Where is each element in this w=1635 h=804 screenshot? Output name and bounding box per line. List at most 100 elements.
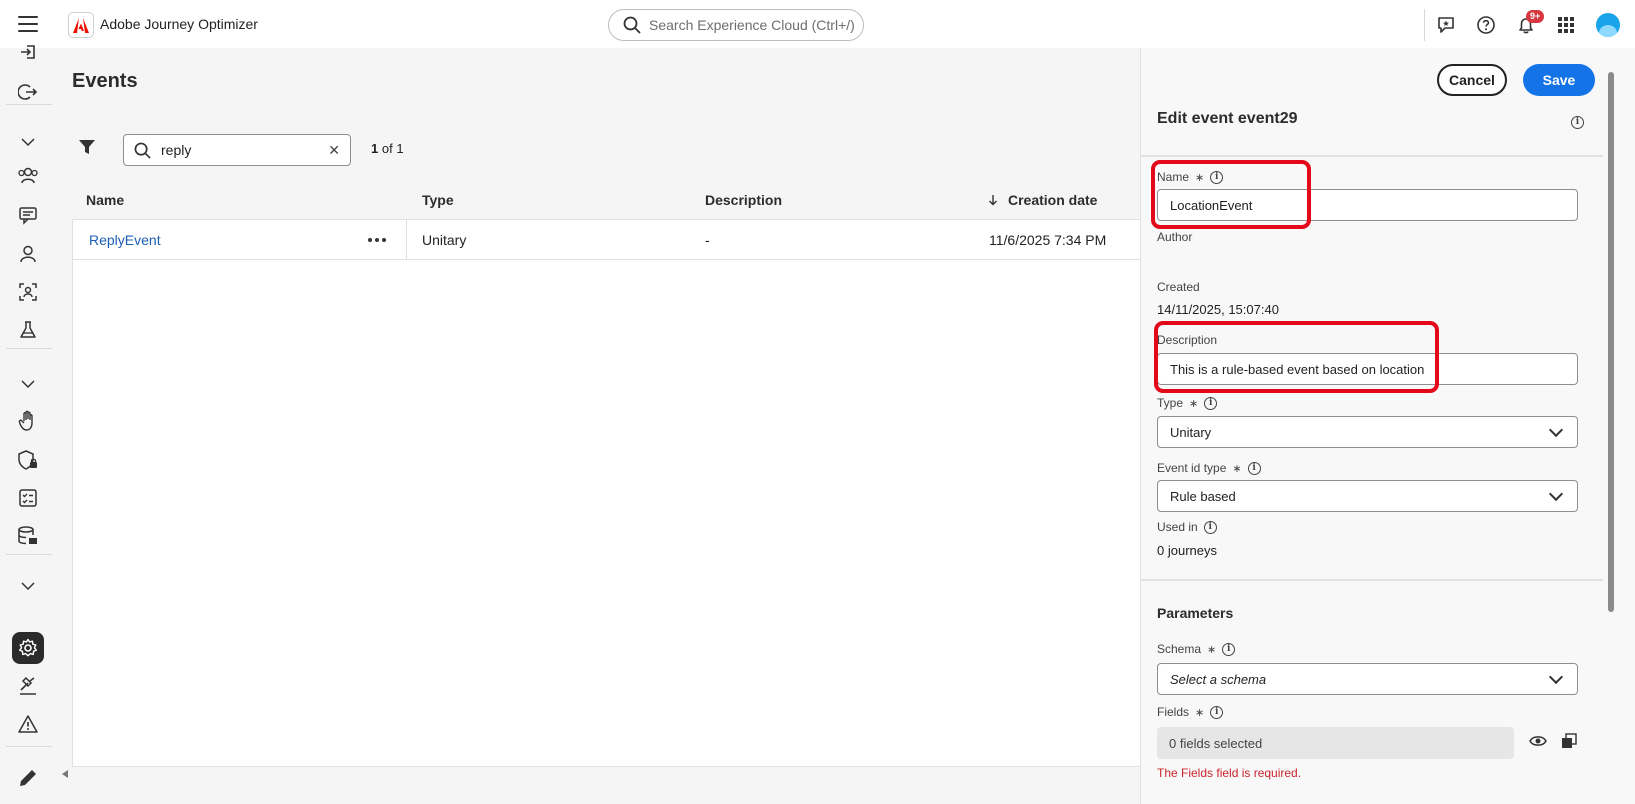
column-divider <box>406 220 407 260</box>
required-mark: ∗ <box>1195 706 1205 719</box>
fields-label-text: Fields <box>1157 705 1190 719</box>
schema-label: Schema ∗ i <box>1157 642 1236 656</box>
result-count: 1 of 1 <box>371 141 404 156</box>
clear-search-icon[interactable]: ✕ <box>328 142 340 159</box>
checklist-icon[interactable] <box>16 486 40 510</box>
filter-icon[interactable] <box>78 138 98 158</box>
divider <box>1141 579 1603 581</box>
sign-out-icon[interactable] <box>16 80 40 104</box>
column-header-description[interactable]: Description <box>705 192 782 208</box>
search-value: reply <box>161 142 192 158</box>
event-id-type-select[interactable]: Rule based <box>1157 480 1578 512</box>
search-icon <box>134 142 151 159</box>
chevron-down-icon <box>1548 486 1564 502</box>
required-mark: ∗ <box>1195 171 1205 184</box>
events-search-input[interactable]: reply ✕ <box>123 134 351 166</box>
used-in-value[interactable]: 0 journeys <box>1157 543 1217 558</box>
schema-select-placeholder: Select a schema <box>1170 671 1267 687</box>
cancel-button[interactable]: Cancel <box>1437 64 1507 96</box>
database-icon[interactable] <box>16 524 40 548</box>
fields-value: 0 fields selected <box>1169 735 1263 751</box>
top-bar: Adobe Journey Optimizer Search Experienc… <box>0 0 1635 48</box>
sort-descending-icon <box>989 195 997 206</box>
required-mark: ∗ <box>1232 462 1242 475</box>
app-name[interactable]: Adobe Journey Optimizer <box>100 16 258 32</box>
info-icon[interactable]: i <box>1247 461 1261 475</box>
info-icon[interactable]: i <box>1210 170 1224 184</box>
table-header: Name Type Description Creation date <box>72 186 1140 214</box>
name-input-value: LocationEvent <box>1170 197 1253 213</box>
name-label: Name ∗ i <box>1157 170 1224 184</box>
hammer-icon[interactable] <box>16 674 40 698</box>
apps-grid-icon[interactable] <box>1554 13 1578 37</box>
table-row[interactable]: ReplyEvent Unitary - 11/6/2025 7:34 PM <box>73 220 1140 260</box>
main-content: Events reply ✕ 1 of 1 Name Type Descript… <box>56 48 1140 804</box>
event-creation-date: 11/6/2025 7:34 PM <box>989 232 1107 248</box>
beaker-icon[interactable] <box>16 318 40 342</box>
name-label-text: Name <box>1157 170 1190 184</box>
more-actions-icon[interactable] <box>363 230 391 250</box>
info-icon[interactable]: i <box>1203 520 1217 534</box>
event-type: Unitary <box>422 232 467 248</box>
alert-icon[interactable] <box>16 712 40 736</box>
target-user-icon[interactable] <box>16 280 40 304</box>
save-button[interactable]: Save <box>1523 64 1595 96</box>
eye-icon[interactable] <box>1529 734 1547 751</box>
used-in-label-text: Used in <box>1157 520 1198 534</box>
people-icon[interactable] <box>16 164 40 188</box>
global-search-input[interactable]: Search Experience Cloud (Ctrl+/) <box>608 9 864 41</box>
description-input[interactable]: This is a rule-based event based on loca… <box>1157 353 1578 385</box>
events-table: ReplyEvent Unitary - 11/6/2025 7:34 PM <box>72 219 1140 767</box>
search-placeholder: Search Experience Cloud (Ctrl+/) <box>649 17 855 33</box>
event-id-type-label-text: Event id type <box>1157 461 1227 475</box>
search-icon <box>623 16 641 34</box>
help-icon[interactable] <box>1474 13 1498 37</box>
column-header-creation-date[interactable]: Creation date <box>988 192 1097 208</box>
fields-label: Fields ∗ i <box>1157 705 1224 719</box>
fields-error-message: The Fields field is required. <box>1157 766 1302 780</box>
copy-icon[interactable] <box>1561 733 1577 752</box>
name-input[interactable]: LocationEvent <box>1157 189 1578 221</box>
avatar[interactable] <box>1596 13 1620 37</box>
panel-scrollbar[interactable] <box>1606 62 1616 804</box>
user-icon[interactable] <box>16 242 40 266</box>
rail-divider <box>6 348 52 349</box>
info-icon[interactable]: i <box>1210 705 1224 719</box>
adobe-logo[interactable] <box>68 12 94 38</box>
event-name-link[interactable]: ReplyEvent <box>89 232 161 248</box>
column-header-type[interactable]: Type <box>422 192 454 208</box>
notification-badge: 9+ <box>1526 10 1545 23</box>
chevron-down-icon[interactable] <box>16 130 40 154</box>
horizontal-scrollbar[interactable] <box>60 766 1140 778</box>
created-value: 14/11/2025, 15:07:40 <box>1157 302 1279 317</box>
required-mark: ∗ <box>1207 643 1217 656</box>
info-icon[interactable]: i <box>1222 642 1236 656</box>
menu-icon[interactable] <box>18 16 38 32</box>
edit-event-panel: Cancel Save Edit event event29 i Name ∗ … <box>1140 48 1635 804</box>
feedback-icon[interactable] <box>1434 13 1458 37</box>
description-input-value: This is a rule-based event based on loca… <box>1170 361 1425 377</box>
pencil-icon[interactable] <box>16 766 40 790</box>
sign-in-icon[interactable] <box>16 40 40 64</box>
gear-icon[interactable] <box>12 632 44 664</box>
column-header-name[interactable]: Name <box>86 192 124 208</box>
created-label: Created <box>1157 280 1200 294</box>
page-title: Events <box>72 70 138 92</box>
message-board-icon[interactable] <box>16 203 40 227</box>
fields-selector[interactable]: 0 fields selected <box>1157 727 1514 759</box>
hand-icon[interactable] <box>16 409 40 433</box>
type-select[interactable]: Unitary <box>1157 416 1578 448</box>
shield-lock-icon[interactable] <box>16 448 40 472</box>
event-id-type-select-value: Rule based <box>1170 488 1236 504</box>
info-icon[interactable]: i <box>1204 396 1218 410</box>
notifications-icon[interactable]: 9+ <box>1514 10 1545 37</box>
divider <box>1424 9 1425 41</box>
info-icon[interactable]: i <box>1571 116 1584 129</box>
event-description: - <box>705 232 710 248</box>
divider <box>1141 155 1603 157</box>
schema-select[interactable]: Select a schema <box>1157 663 1578 695</box>
chevron-down-icon[interactable] <box>16 372 40 396</box>
result-count-current: 1 <box>371 141 379 156</box>
type-label-text: Type <box>1157 396 1184 410</box>
chevron-down-icon[interactable] <box>16 574 40 598</box>
